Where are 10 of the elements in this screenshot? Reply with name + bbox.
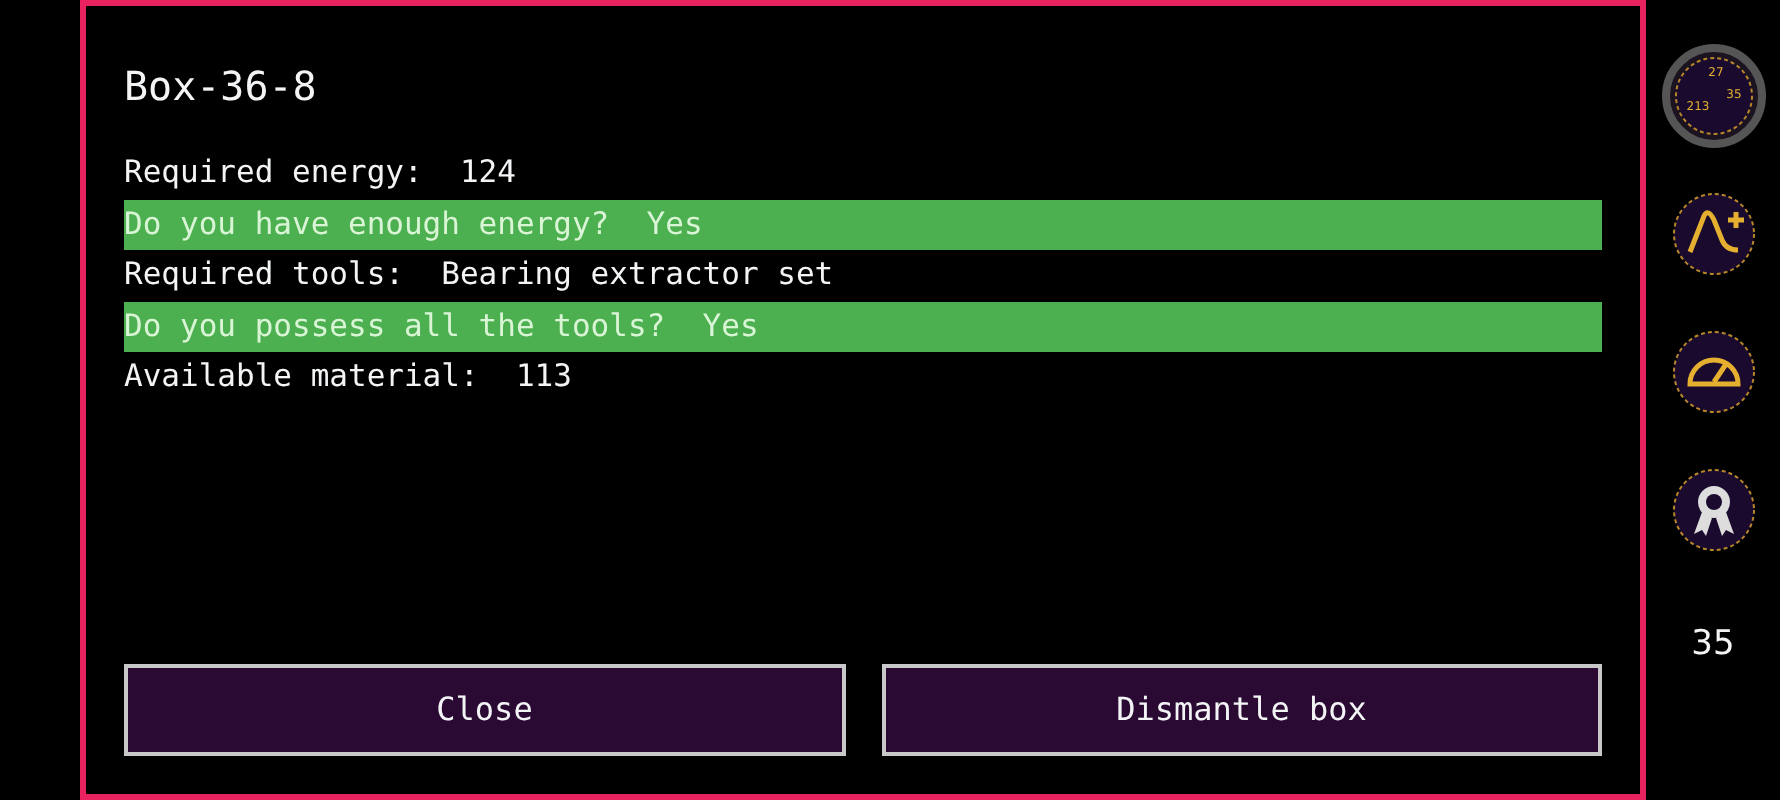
info-line: Required tools: Bearing extractor set [124,254,834,296]
info-line: Required energy: 124 [124,152,516,194]
curve-plus-icon[interactable] [1671,192,1755,276]
dialog-button[interactable]: Close [124,664,845,756]
award-ribbon-icon[interactable] [1671,468,1755,552]
dialog-title: Box-36-8 [124,60,317,114]
dialog-button[interactable]: Dismantle box [881,664,1602,756]
speedometer-icon[interactable] [1671,330,1755,414]
info-line: Available material: 113 [124,356,572,398]
count-label: 35 [1691,622,1735,668]
